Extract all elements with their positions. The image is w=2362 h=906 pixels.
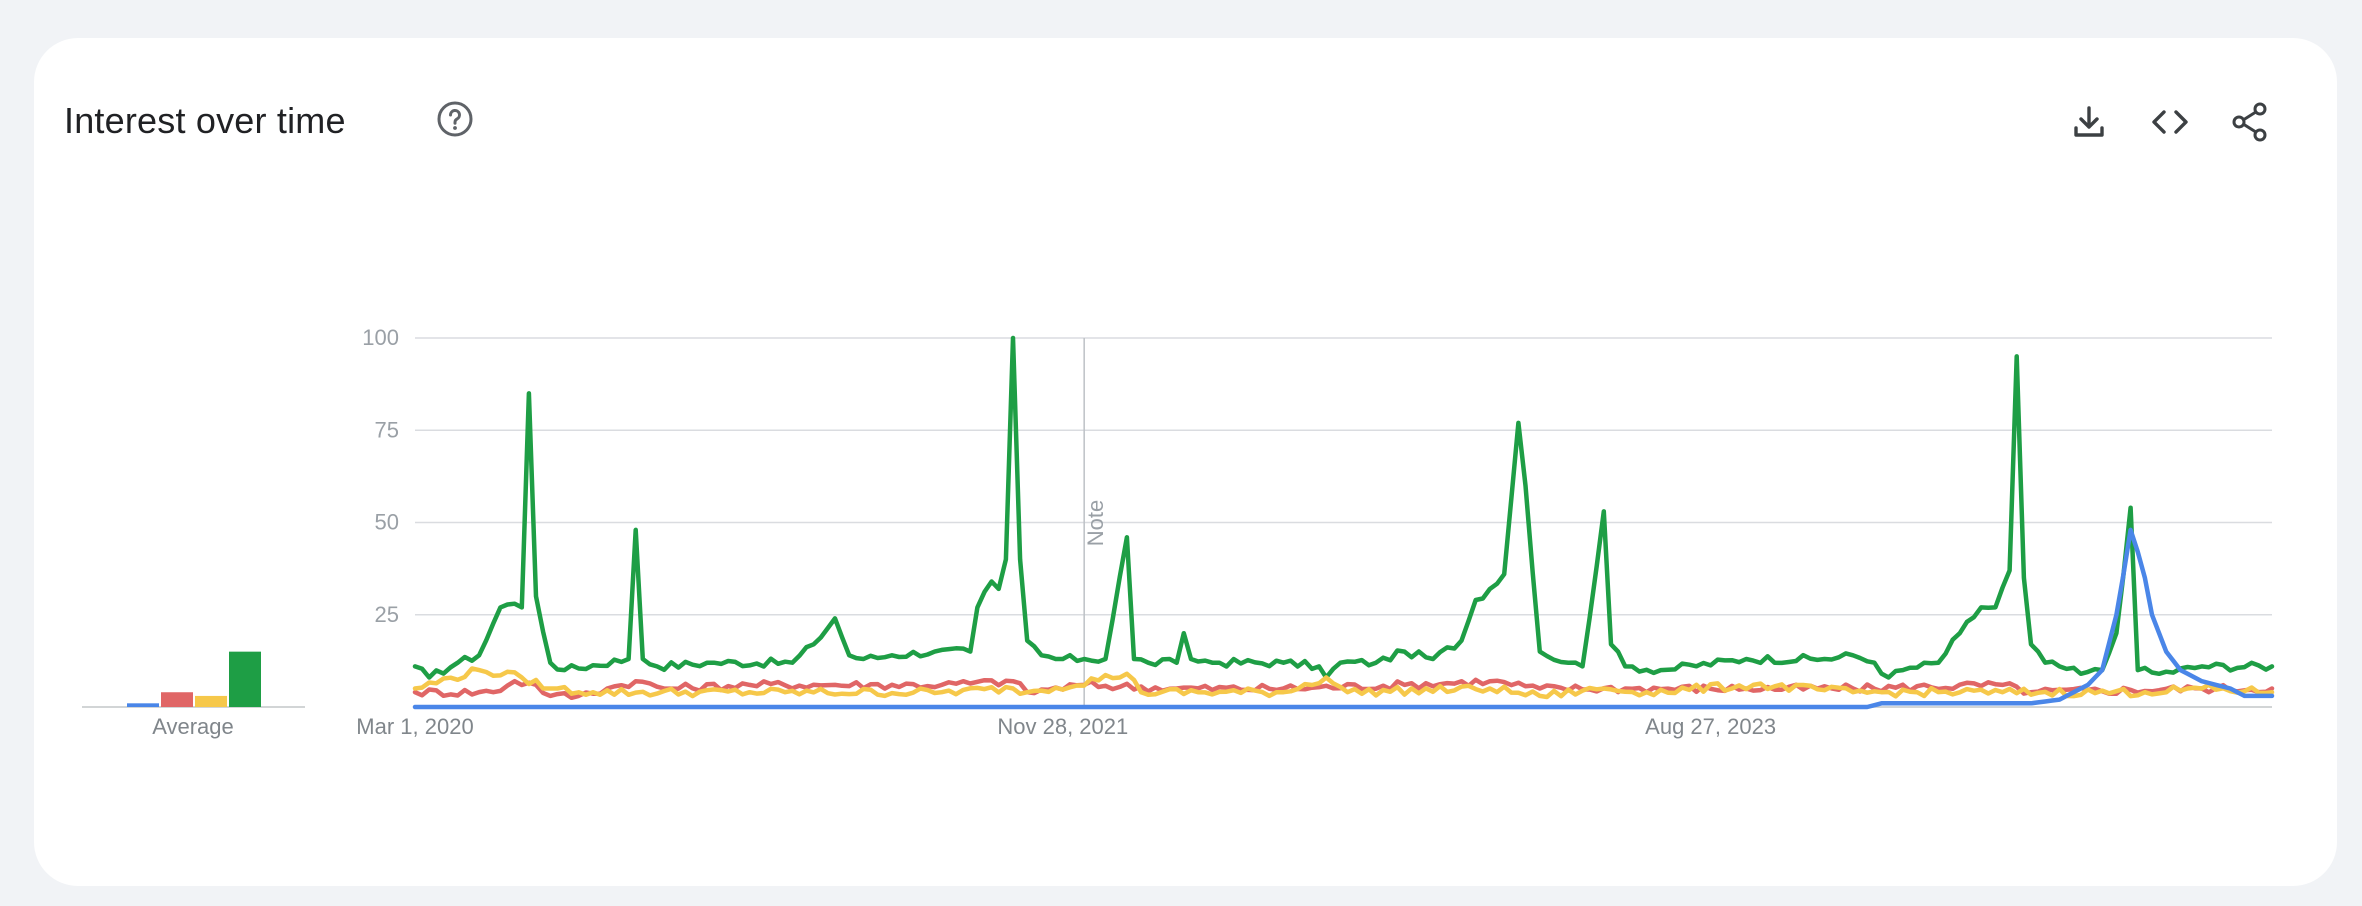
x-tick-label: Mar 1, 2020 (356, 714, 473, 739)
y-tick-label: 75 (375, 417, 399, 442)
interest-chart: 25 50 75 100 Mar 1, 2020 Nov 28, 2021 Aug 27, … (82, 325, 2275, 739)
average-label: Average (152, 714, 234, 739)
x-tick-label: Aug 27, 2023 (1645, 714, 1776, 739)
annotation-label: Note (1083, 500, 1108, 546)
x-tick-label: Nov 28, 2021 (997, 714, 1128, 739)
average-bar (127, 703, 159, 707)
average-bar (229, 651, 261, 707)
y-tick-label: 50 (375, 510, 399, 535)
y-tick-label: 25 (375, 602, 399, 627)
average-bar (161, 692, 193, 707)
y-tick-label: 100 (362, 325, 399, 350)
average-bar (195, 695, 227, 707)
series-line (412, 335, 2275, 680)
series-line (412, 527, 2275, 710)
